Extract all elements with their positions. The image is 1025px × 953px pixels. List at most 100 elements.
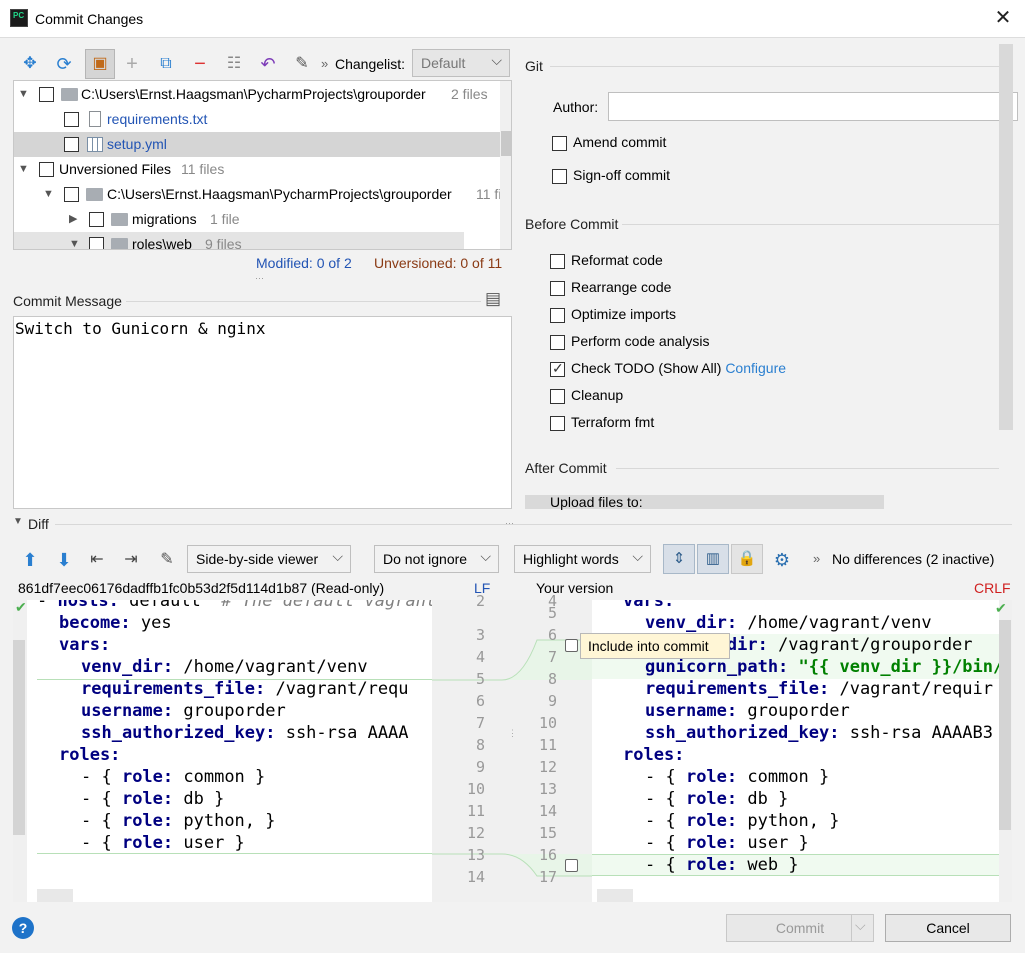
new-changelist-icon[interactable]: ⧉ (155, 53, 177, 75)
more-icon[interactable]: » (813, 551, 820, 566)
modified-count[interactable]: Modified: 0 of 2 (256, 255, 352, 271)
tree-row[interactable]: ▼ C:\Users\Ernst.Haagsman\PycharmProject… (14, 82, 511, 107)
cancel-button[interactable]: Cancel (885, 914, 1011, 942)
left-h-scrollbar[interactable] (37, 889, 73, 902)
settings-gear-icon[interactable]: ⚙ (771, 549, 793, 571)
option-checkbox[interactable] (550, 357, 565, 379)
author-input[interactable] (608, 92, 1018, 121)
line-number: 8 (475, 736, 485, 754)
options-scrollbar[interactable] (999, 44, 1013, 430)
refresh-icon[interactable]: ⟳ (53, 53, 75, 75)
option-label: Optimize imports (571, 306, 677, 322)
configure-link[interactable]: Configure (725, 360, 786, 376)
row-checkbox[interactable] (39, 162, 54, 177)
edit-source-icon[interactable]: ✎ (156, 549, 178, 571)
changelist-select[interactable]: Default (412, 47, 510, 77)
amend-commit-option[interactable]: Amend commit (552, 131, 666, 153)
commit-options-chevron-icon[interactable]: ⌵ (855, 917, 866, 934)
sync-scroll-icon[interactable]: ▥ (697, 544, 729, 574)
message-history-icon[interactable]: ▤ (485, 289, 501, 309)
row-checkbox[interactable] (89, 237, 104, 249)
row-checkbox[interactable] (64, 187, 79, 202)
option-checkbox[interactable] (550, 388, 565, 404)
add-icon[interactable]: + (121, 53, 143, 75)
line-number: 11 (466, 802, 485, 820)
include-change-checkbox[interactable] (565, 859, 578, 872)
tree-row[interactable]: setup.yml (14, 132, 511, 157)
tree-row-count: 1 file (210, 211, 240, 227)
move-to-changelist-icon[interactable]: ✥ (19, 53, 41, 75)
folder-icon (61, 88, 78, 101)
git-heading: Git (525, 58, 543, 74)
edit-source-icon[interactable]: ✎ (291, 53, 313, 75)
check-todo-option[interactable]: Check TODO (Show All) Configure (550, 357, 786, 379)
highlight-select[interactable]: Highlight words (514, 543, 651, 573)
line-number: 12 (466, 824, 485, 842)
splitter-handle[interactable]: ⋯ (505, 518, 514, 529)
tree-row[interactable]: ▶ migrations 1 file (14, 207, 511, 232)
option-checkbox[interactable] (550, 334, 565, 350)
terraform-fmt-option[interactable]: Terraform fmt (550, 411, 654, 433)
text-file-icon (89, 111, 101, 127)
more-icon[interactable]: » (321, 56, 328, 71)
option-checkbox[interactable] (550, 253, 565, 269)
previous-file-icon[interactable]: ⇤ (86, 549, 108, 571)
option-checkbox[interactable] (550, 307, 565, 323)
code-analysis-option[interactable]: Perform code analysis (550, 330, 710, 352)
signoff-checkbox[interactable] (552, 168, 567, 184)
line-number: 13 (466, 846, 485, 864)
group-by-icon[interactable]: ☷ (223, 53, 245, 75)
tree-row[interactable]: ▼ roles\web 9 files (14, 232, 464, 249)
no-problems-icon: ✔ (995, 600, 1007, 616)
signoff-commit-option[interactable]: Sign-off commit (552, 164, 670, 186)
tree-scrollbar[interactable] (500, 81, 511, 249)
folder-icon (111, 238, 128, 249)
right-h-scrollbar[interactable] (597, 889, 633, 902)
option-label: Check TODO (Show All) (571, 360, 722, 376)
include-change-checkbox[interactable] (565, 639, 578, 652)
next-difference-icon[interactable]: ⬇ (53, 549, 75, 571)
remove-icon[interactable]: − (189, 53, 211, 75)
optimize-imports-option[interactable]: Optimize imports (550, 303, 676, 325)
line-number: 10 (538, 714, 557, 732)
lock-icon[interactable]: 🔒 (731, 544, 763, 574)
help-icon[interactable]: ? (12, 917, 34, 939)
amend-checkbox[interactable] (552, 135, 567, 151)
whitespace-select[interactable]: Do not ignore (374, 543, 499, 573)
tree-row[interactable]: requirements.txt (14, 107, 511, 132)
tree-row-label: Unversioned Files (59, 161, 172, 177)
row-checkbox[interactable] (39, 87, 54, 102)
tree-row[interactable]: ▼ Unversioned Files 11 files (14, 157, 511, 182)
left-scrollbar[interactable] (13, 640, 25, 835)
signoff-label: Sign-off commit (573, 167, 670, 183)
cleanup-option[interactable]: Cleanup (550, 384, 623, 406)
reformat-code-option[interactable]: Reformat code (550, 249, 663, 271)
previous-difference-icon[interactable]: ⬆ (19, 549, 41, 571)
pycharm-app-icon: PC (10, 9, 28, 27)
diff-heading: Diff (28, 516, 49, 532)
rearrange-code-option[interactable]: Rearrange code (550, 276, 671, 298)
show-diff-icon[interactable]: ▣ (85, 49, 115, 79)
left-pane[interactable]: - hosts: default # The default vagrant b… (29, 600, 432, 902)
commit-message-input[interactable]: Switch to Gunicorn & nginx (13, 316, 512, 509)
close-icon[interactable]: ✕ (992, 6, 1014, 30)
row-checkbox[interactable] (89, 212, 104, 227)
option-checkbox[interactable] (550, 415, 565, 431)
viewer-select[interactable]: Side-by-side viewer (187, 543, 351, 573)
gutter-splitter-handle[interactable]: ⋮ (508, 728, 517, 739)
jump-to-source-icon[interactable]: ⇥ (120, 549, 142, 571)
right-line-ending[interactable]: CRLF (974, 580, 1011, 596)
row-checkbox[interactable] (64, 112, 79, 127)
collapse-unchanged-icon[interactable]: ⇕ (663, 544, 695, 574)
collapse-diff-icon[interactable]: ▼ (13, 516, 23, 527)
line-number: 3 (475, 626, 485, 644)
right-scrollbar[interactable] (999, 620, 1011, 830)
rollback-icon[interactable]: ↶ (257, 53, 279, 75)
line-number: 6 (547, 626, 557, 644)
unversioned-count[interactable]: Unversioned: 0 of 11 (374, 255, 502, 271)
tree-row[interactable]: ▼ C:\Users\Ernst.Haagsman\PycharmProject… (14, 182, 511, 207)
splitter-handle[interactable]: ⋯ (255, 273, 264, 284)
option-checkbox[interactable] (550, 280, 565, 296)
divider (55, 524, 1012, 525)
row-checkbox[interactable] (64, 137, 79, 152)
